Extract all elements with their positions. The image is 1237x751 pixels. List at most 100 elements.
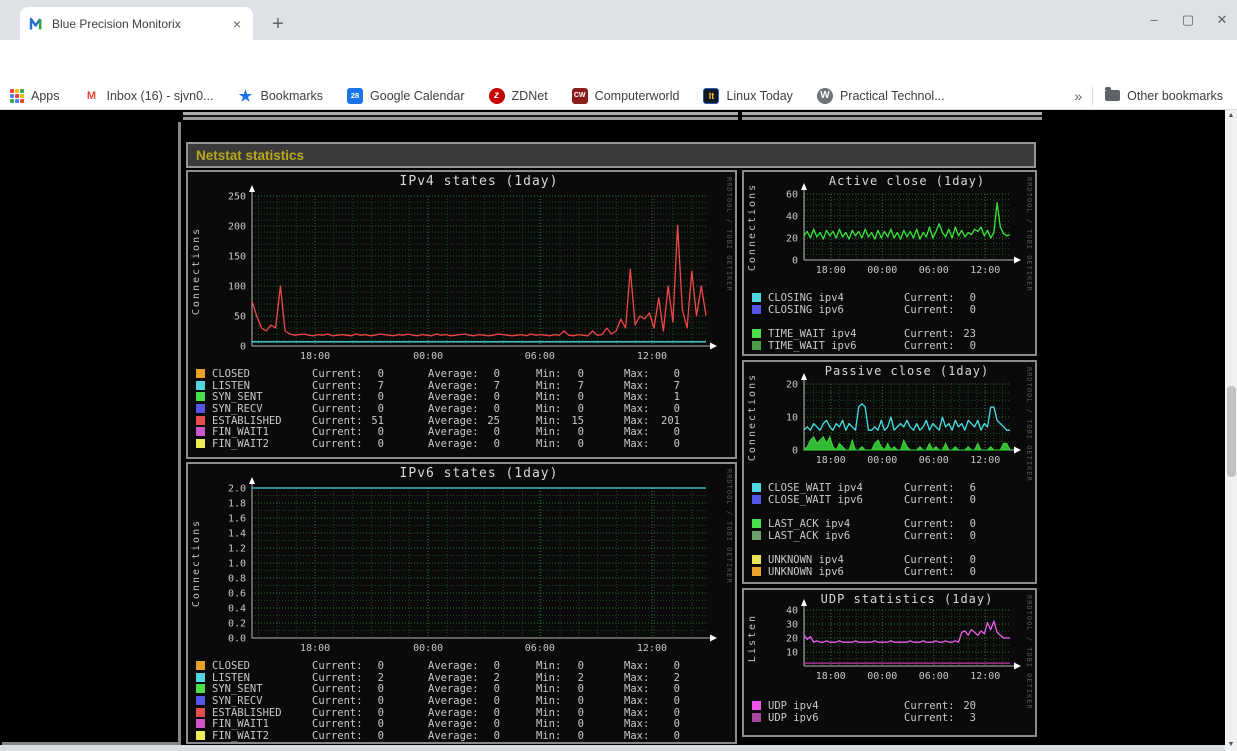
legend-stat-value: 6 [969, 482, 976, 494]
chart-panel-ipv4-states[interactable]: RRDTOOL / TOBI OETIKER 0 50 100 150 200 250 18… [186, 170, 737, 459]
bookmark-item-zdnet[interactable]: z ZDNet [488, 87, 548, 104]
tab-strip: Blue Precision Monitorix × + – ▢ ✕ [0, 0, 1237, 40]
svg-text:0: 0 [792, 446, 798, 457]
legend-stat-value: 51 [371, 414, 384, 427]
legend-series-name: SYN_SENT [212, 683, 263, 696]
legend-swatch [196, 380, 205, 390]
tab-close-button[interactable]: × [229, 16, 245, 32]
legend-stat-value: 2 [377, 671, 384, 684]
legend-stat-value: 0 [969, 292, 976, 304]
svg-text:20: 20 [786, 380, 798, 391]
bookmark-item-gmail[interactable]: M Inbox (16) - sjvn0... [83, 87, 214, 104]
legend-stat-value: 0 [493, 438, 500, 451]
window-minimize-button[interactable]: – [1142, 10, 1166, 30]
chart-panel-passive-close[interactable]: RRDTOOL / TOBI OETIKER 0 10 20 18:00 00:00 06… [742, 360, 1037, 584]
svg-text:00:00: 00:00 [413, 351, 443, 362]
svg-text:06:00: 06:00 [919, 671, 949, 682]
chart-panel-udp-statistics[interactable]: RRDTOOL / TOBI OETIKER 10 20 30 40 18:00 00:0… [742, 588, 1037, 737]
previous-section-edge-left [183, 112, 738, 120]
legend-series-name: CLOSE_WAIT ipv6 [768, 494, 863, 506]
bookmark-item-linuxtoday[interactable]: lt Linux Today [703, 87, 793, 104]
other-bookmarks-button[interactable]: Other bookmarks [1105, 87, 1223, 103]
legend-stat-value: 0 [577, 438, 584, 451]
svg-text:12:00: 12:00 [970, 265, 1000, 276]
svg-text:06:00: 06:00 [525, 351, 555, 362]
new-tab-button[interactable]: + [264, 10, 292, 38]
svg-text:60: 60 [786, 190, 798, 201]
bookmark-item-wordpress[interactable]: W Practical Technol... [816, 87, 945, 104]
linuxtoday-icon: lt [703, 87, 720, 104]
legend-stat-value: 0 [673, 706, 680, 719]
wordpress-icon: W [816, 87, 833, 104]
svg-text:40: 40 [786, 606, 798, 617]
rrdtool-branding: RRDTOOL / TOBI OETIKER [725, 469, 733, 584]
svg-text:06:00: 06:00 [919, 265, 949, 276]
svg-text:00:00: 00:00 [867, 455, 897, 466]
legend-stat-value: 0 [673, 368, 680, 380]
legend-series-name: UNKNOWN ipv6 [768, 566, 844, 578]
svg-text:1.8: 1.8 [228, 499, 246, 510]
legend-series-name: LAST_ACK ipv4 [768, 518, 851, 530]
legend-row: CLOSE_WAIT ipv6 Current: 0 [744, 494, 1035, 506]
scroll-down-arrow-icon[interactable]: ▼ [1225, 739, 1237, 751]
legend-stat-value: 0 [493, 368, 500, 380]
legend-swatch [196, 707, 205, 717]
svg-text:10: 10 [786, 648, 798, 659]
gmail-icon: M [83, 87, 100, 104]
legend-swatch [196, 392, 205, 402]
svg-text:18:00: 18:00 [816, 265, 846, 276]
chart-panel-ipv6-states[interactable]: RRDTOOL / TOBI OETIKER 0.0 0.2 0.4 0.6 0.8 1.… [186, 462, 737, 744]
apps-shortcut[interactable]: Apps [10, 88, 60, 103]
legend-swatch [752, 495, 761, 504]
svg-text:00:00: 00:00 [867, 671, 897, 682]
legend-series-name: CLOSED [212, 660, 250, 672]
legend-stat-value: 0 [673, 426, 680, 439]
legend-stat-value: 0 [377, 403, 384, 416]
svg-text:0: 0 [792, 256, 798, 267]
vertical-scrollbar[interactable]: ▲ ▼ [1225, 110, 1237, 751]
legend-stat-value: 7 [493, 379, 500, 392]
legend-stat-value: 7 [673, 379, 680, 392]
legend-stat-value: 0 [577, 706, 584, 719]
bookmark-item-star[interactable]: ★ Bookmarks [238, 88, 323, 105]
bookmark-item-computerworld[interactable]: CW Computerworld [571, 87, 679, 104]
browser-tab[interactable]: Blue Precision Monitorix × [20, 7, 253, 40]
legend-stat-value: 7 [577, 379, 584, 392]
legend-row: FIN_WAIT1 Current: 0 Average: 0 Min: 0 Max: 0 [188, 426, 735, 438]
legend-series-name: UDP ipv6 [768, 712, 819, 724]
bookmarks-overflow-button[interactable]: » [1074, 88, 1082, 104]
bookmark-item-calendar[interactable]: 28 Google Calendar [347, 87, 465, 104]
legend-stat-value: 0 [493, 695, 500, 708]
legend-swatch [196, 719, 205, 729]
legend-swatch [752, 567, 761, 576]
tab-title: Blue Precision Monitorix [52, 16, 181, 31]
legend-stat-value: 0 [969, 566, 976, 578]
legend-series-name: TIME_WAIT ipv6 [768, 340, 857, 352]
legend-stat-value: 0 [377, 438, 384, 451]
chart-panel-active-close[interactable]: RRDTOOL / TOBI OETIKER 0 20 40 60 18:00 00:00… [742, 170, 1037, 356]
svg-text:2.0: 2.0 [228, 484, 246, 495]
legend-row: CLOSE_WAIT ipv4 Current: 6 [744, 482, 1035, 494]
legend-series-name: LISTEN [212, 379, 250, 392]
legend-swatch [196, 427, 205, 437]
rrdtool-branding: RRDTOOL / TOBI OETIKER [1025, 367, 1033, 482]
legend-swatch [752, 329, 761, 338]
passive-close-chart: 0 10 20 18:00 00:00 06:00 12:00 Passive close (… [747, 364, 1021, 466]
horizontal-scrollbar-track[interactable] [0, 745, 1225, 751]
legend-swatch [752, 531, 761, 540]
legend-stat-value: 25 [487, 414, 500, 427]
svg-text:0.8: 0.8 [228, 574, 246, 585]
svg-text:18:00: 18:00 [300, 643, 330, 654]
window-close-button[interactable]: ✕ [1210, 10, 1234, 30]
svg-text:150: 150 [228, 252, 246, 263]
legend-row: SYN_SENT Current: 0 Average: 0 Min: 0 Max: 1 [188, 391, 735, 403]
scrollbar-thumb[interactable] [1226, 386, 1236, 477]
legend-spacer [744, 506, 1035, 518]
window-maximize-button[interactable]: ▢ [1176, 10, 1200, 30]
svg-text:0.6: 0.6 [228, 589, 246, 600]
svg-text:12:00: 12:00 [637, 643, 667, 654]
legend-series-name: ESTABLISHED [212, 414, 282, 427]
scroll-up-arrow-icon[interactable]: ▲ [1225, 110, 1237, 122]
legend-series-name: CLOSE_WAIT ipv4 [768, 482, 863, 494]
bookmark-label: Google Calendar [370, 88, 465, 103]
